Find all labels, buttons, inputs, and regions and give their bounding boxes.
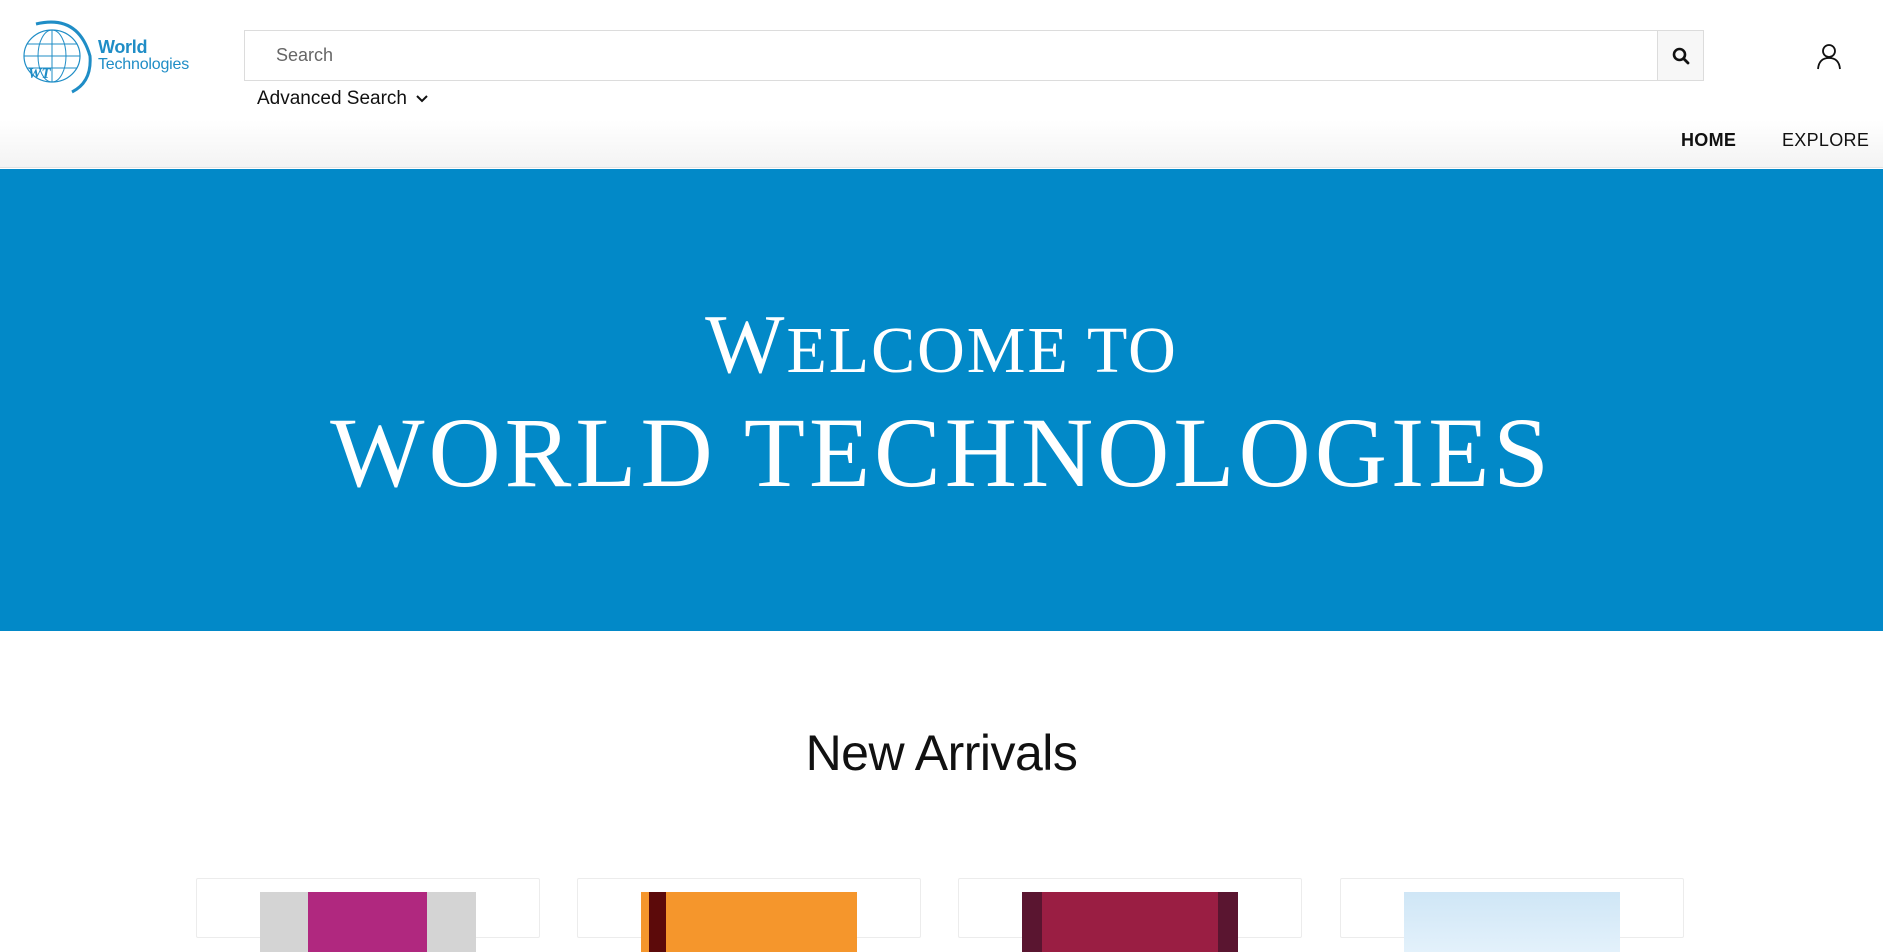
book-cover [1404, 892, 1620, 952]
site-logo[interactable]: WT World Technologies [16, 16, 200, 96]
hero-welcome-text: WELCOME TO [705, 298, 1178, 391]
book-card[interactable] [577, 878, 921, 952]
user-account-button[interactable] [1813, 40, 1845, 72]
search-button[interactable] [1657, 31, 1703, 80]
new-arrivals-heading: New Arrivals [805, 725, 1078, 781]
chevron-down-icon [416, 95, 428, 103]
book-cover [260, 892, 476, 952]
book-cover [1022, 892, 1238, 952]
nav-explore[interactable]: EXPLORE [1782, 130, 1869, 151]
logo-wordmark-technologies: Technologies [98, 56, 189, 73]
book-card[interactable] [958, 878, 1302, 952]
advanced-search-toggle[interactable]: Advanced Search [257, 88, 429, 110]
nav-home[interactable]: HOME [1681, 130, 1736, 151]
search-bar [244, 30, 1704, 81]
user-icon [1817, 44, 1841, 70]
book-card[interactable] [196, 878, 540, 952]
hero-banner: WELCOME TO WORLD TECHNOLOGIES [0, 169, 1883, 631]
search-icon [1672, 47, 1689, 64]
svg-text:WT: WT [28, 66, 51, 82]
search-input[interactable] [245, 31, 1657, 80]
book-cover [641, 892, 857, 952]
advanced-search-label: Advanced Search [257, 88, 407, 109]
book-card[interactable] [1340, 878, 1684, 952]
site-header: WT World Technologies Advanced Search HO… [0, 0, 1883, 168]
main-nav: HOME EXPLORE [0, 130, 1883, 154]
hero-brand-text: WORLD TECHNOLOGIES [330, 397, 1553, 508]
logo-wordmark-world: World [98, 37, 148, 57]
globe-icon: WT [23, 20, 92, 94]
